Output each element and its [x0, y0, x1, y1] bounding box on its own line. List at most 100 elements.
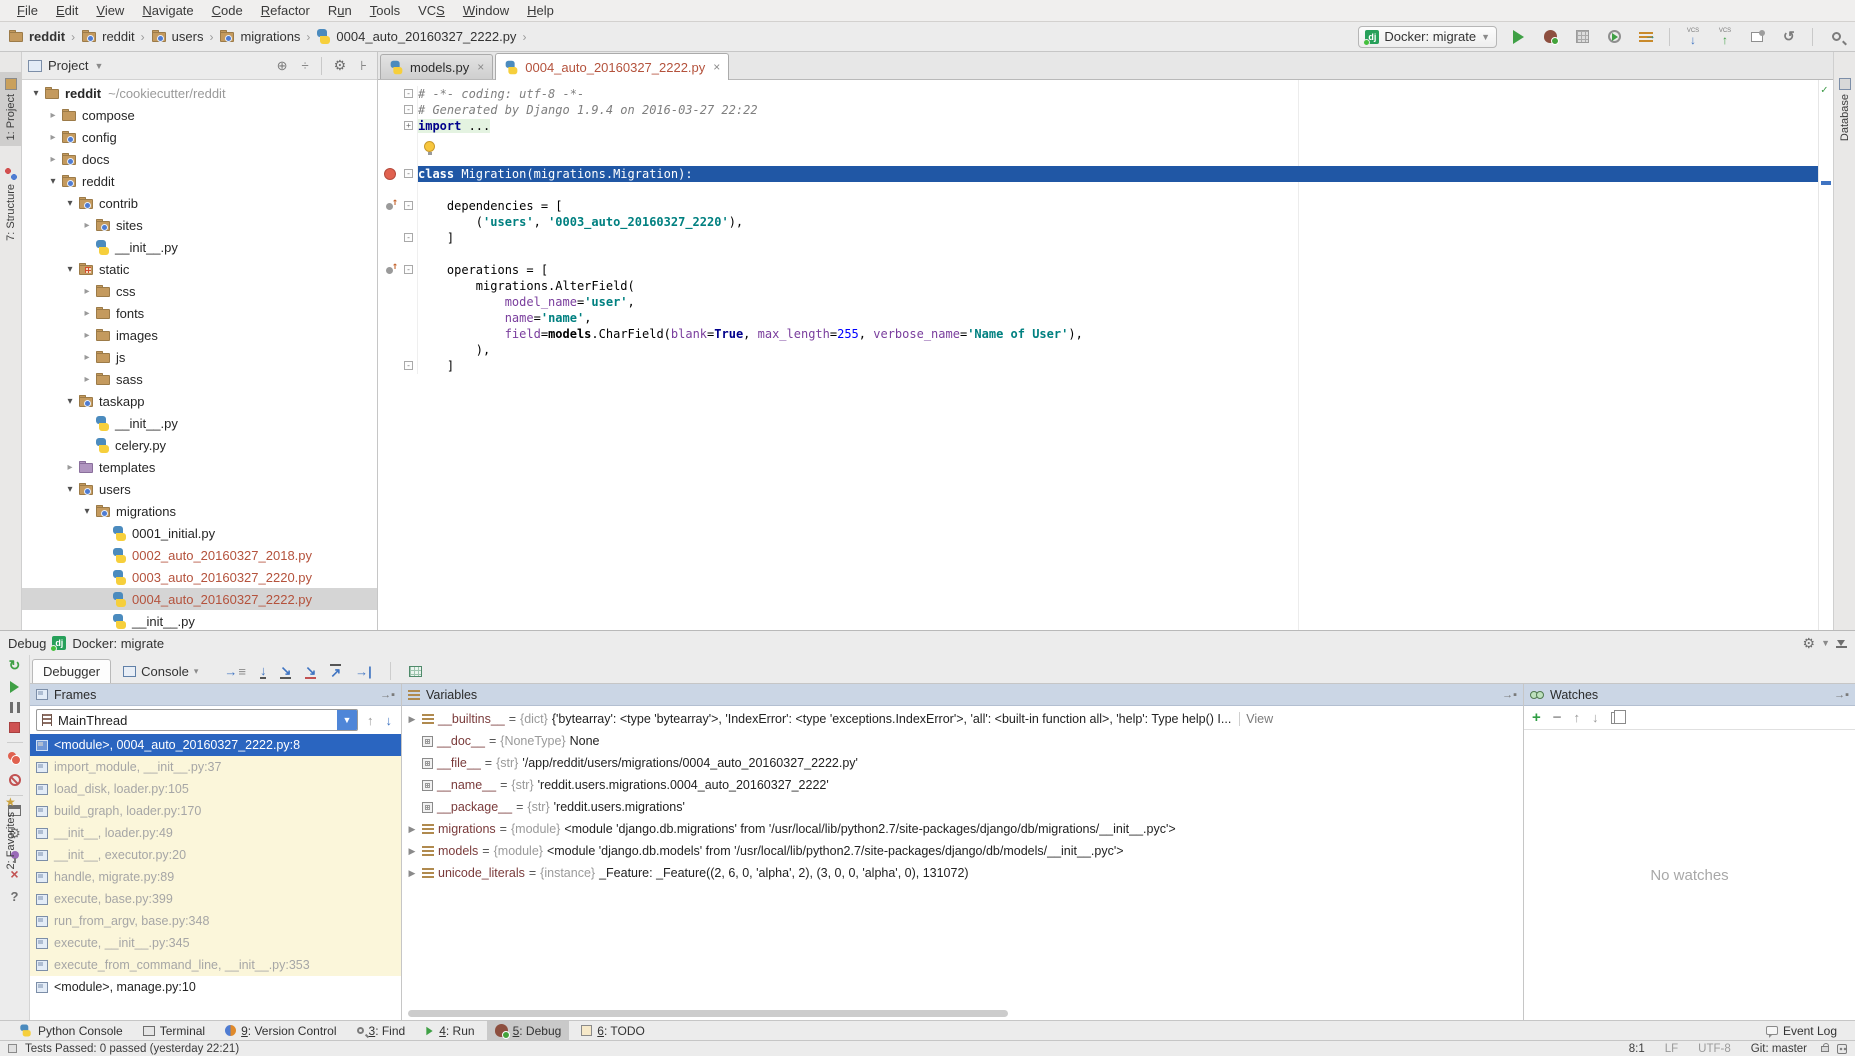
code-line[interactable]: ),: [378, 342, 1833, 358]
menu-item-edit[interactable]: Edit: [47, 3, 87, 18]
collapse-all-button[interactable]: ÷: [298, 58, 313, 73]
move-watch-down-button[interactable]: ↓: [1592, 710, 1599, 725]
frame-row[interactable]: execute_from_command_line, __init__.py:3…: [30, 954, 401, 976]
chevron-expanded-icon[interactable]: ▾: [79, 506, 95, 517]
chevron-collapsed-icon[interactable]: ▸: [79, 308, 95, 319]
debug-tab-debugger[interactable]: Debugger: [32, 659, 111, 683]
chevron-expanded-icon[interactable]: ▾: [62, 198, 78, 209]
search-everywhere-button[interactable]: [1825, 26, 1847, 48]
step-over-button[interactable]: ↓: [260, 664, 267, 679]
fold-collapse-icon[interactable]: -: [404, 265, 413, 274]
override-marker-icon[interactable]: [386, 264, 397, 275]
chevron-collapsed-icon[interactable]: ▸: [79, 286, 95, 297]
status-message[interactable]: Tests Passed: 0 passed (yesterday 22:21): [25, 1043, 239, 1055]
vcs-update-button[interactable]: VCS↓: [1682, 26, 1704, 48]
chevron-down-icon[interactable]: ▼: [94, 61, 103, 71]
code-line[interactable]: ('users', '0003_auto_20160327_2220'),: [378, 214, 1833, 230]
breadcrumb-item[interactable]: 0004_auto_20160327_2222.py: [316, 29, 516, 44]
debug-tab-console[interactable]: Console▾: [113, 659, 208, 683]
debug-button[interactable]: [1539, 26, 1561, 48]
close-icon[interactable]: ×: [477, 60, 484, 74]
run-configuration-select[interactable]: dj Docker: migrate ▼: [1358, 26, 1497, 48]
menu-item-window[interactable]: Window: [454, 3, 518, 18]
frame-row[interactable]: build_graph, loader.py:170: [30, 800, 401, 822]
fold-collapse-icon[interactable]: -: [404, 105, 413, 114]
frame-row[interactable]: execute, __init__.py:345: [30, 932, 401, 954]
view-breakpoints-button[interactable]: [8, 752, 21, 765]
breadcrumb-item[interactable]: users: [151, 29, 204, 44]
thread-select-arrow[interactable]: ▼: [337, 709, 357, 731]
tree-item-static[interactable]: ▾static: [22, 258, 377, 280]
variable-row[interactable]: ▶migrations = {module}<module 'django.db…: [402, 818, 1523, 840]
tree-item--init-py[interactable]: __init__.py: [22, 236, 377, 258]
chevron-expanded-icon[interactable]: ▾: [45, 176, 61, 187]
tree-item-0004-auto-20160327-2222-py[interactable]: 0004_auto_20160327_2222.py: [22, 588, 377, 610]
code-line[interactable]: [378, 150, 1833, 166]
tree-item-sites[interactable]: ▸sites: [22, 214, 377, 236]
tool-window-button-version-control[interactable]: 9: Version Control: [217, 1021, 344, 1041]
code-line[interactable]: -# -*- coding: utf-8 -*-: [378, 86, 1833, 102]
frame-row[interactable]: load_disk, loader.py:105: [30, 778, 401, 800]
breakpoint-icon[interactable]: [384, 168, 396, 180]
encoding-widget[interactable]: UTF-8: [1692, 1043, 1737, 1055]
frame-row[interactable]: <module>, 0004_auto_20160327_2222.py:8: [30, 734, 401, 756]
tree-item-images[interactable]: ▸images: [22, 324, 377, 346]
chevron-expanded-icon[interactable]: ▾: [62, 264, 78, 275]
tree-item-0001-initial-py[interactable]: 0001_initial.py: [22, 522, 377, 544]
code-line[interactable]: - ]: [378, 230, 1833, 246]
tree-item-0003-auto-20160327-2220-py[interactable]: 0003_auto_20160327_2220.py: [22, 566, 377, 588]
lock-icon[interactable]: [1821, 1046, 1829, 1052]
variable-row[interactable]: __doc__ = {NoneType}None: [402, 730, 1523, 752]
chevron-collapsed-icon[interactable]: ▶: [406, 714, 418, 725]
step-into-my-code-button[interactable]: ↘: [305, 664, 316, 679]
tool-tab-database[interactable]: Database: [1834, 72, 1855, 147]
show-changes-button[interactable]: [1746, 26, 1768, 48]
tree-item-sass[interactable]: ▸sass: [22, 368, 377, 390]
code-line[interactable]: [378, 182, 1833, 198]
code-line[interactable]: -class Migration(migrations.Migration):: [378, 166, 1833, 182]
code-line[interactable]: name='name',: [378, 310, 1833, 326]
chevron-collapsed-icon[interactable]: ▸: [45, 132, 61, 143]
hide-panel-button[interactable]: ⊦: [356, 58, 371, 74]
variable-row[interactable]: __package__ = {str}'reddit.users.migrati…: [402, 796, 1523, 818]
menu-item-file[interactable]: File: [8, 3, 47, 18]
show-execution-point-button[interactable]: →: [224, 665, 246, 678]
run-button[interactable]: [1507, 26, 1529, 48]
tree-item-js[interactable]: ▸js: [22, 346, 377, 368]
breadcrumb-item[interactable]: reddit: [8, 29, 65, 44]
resume-button[interactable]: [10, 681, 19, 693]
fold-collapse-icon[interactable]: -: [404, 361, 413, 370]
variable-row[interactable]: ▶unicode_literals = {instance}_Feature: …: [402, 862, 1523, 884]
hide-tool-window-icon[interactable]: [1836, 638, 1847, 648]
tree-item-contrib[interactable]: ▾contrib: [22, 192, 377, 214]
tree-item-css[interactable]: ▸css: [22, 280, 377, 302]
chevron-collapsed-icon[interactable]: ▸: [79, 374, 95, 385]
override-marker-icon[interactable]: [386, 200, 397, 211]
view-link[interactable]: View: [1239, 712, 1273, 726]
hector-icon[interactable]: [1837, 1044, 1847, 1054]
tool-window-button-debug[interactable]: 5: Debug: [487, 1021, 570, 1041]
menu-item-code[interactable]: Code: [203, 3, 252, 18]
pause-button[interactable]: [10, 702, 20, 713]
editor-tab-0004-auto-20160327-2222-py[interactable]: 0004_auto_20160327_2222.py×: [495, 53, 729, 80]
chevron-collapsed-icon[interactable]: ▸: [62, 462, 78, 473]
menu-item-refactor[interactable]: Refactor: [252, 3, 319, 18]
locate-file-button[interactable]: ⊕: [273, 58, 292, 74]
close-icon[interactable]: ×: [713, 60, 720, 74]
code-line[interactable]: [378, 134, 1833, 150]
fold-collapse-icon[interactable]: -: [404, 89, 413, 98]
concurrency-button[interactable]: [1635, 26, 1657, 48]
frame-row[interactable]: run_from_argv, base.py:348: [30, 910, 401, 932]
duplicate-watch-button[interactable]: [1611, 712, 1621, 724]
revert-button[interactable]: ↻: [1778, 26, 1800, 48]
tree-item-templates[interactable]: ▸templates: [22, 456, 377, 478]
code-line[interactable]: - ]: [378, 358, 1833, 374]
menu-item-navigate[interactable]: Navigate: [133, 3, 202, 18]
tool-window-button-run[interactable]: 4: Run: [417, 1021, 482, 1041]
tree-item-celery-py[interactable]: celery.py: [22, 434, 377, 456]
tool-window-button-python-console[interactable]: Python Console: [10, 1021, 131, 1041]
tool-tab-project[interactable]: 1: Project: [0, 72, 22, 146]
tree-item-migrations[interactable]: ▾migrations: [22, 500, 377, 522]
tool-window-button-event-log[interactable]: Event Log: [1758, 1021, 1845, 1041]
tree-item-0002-auto-20160327-2018-py[interactable]: 0002_auto_20160327_2018.py: [22, 544, 377, 566]
